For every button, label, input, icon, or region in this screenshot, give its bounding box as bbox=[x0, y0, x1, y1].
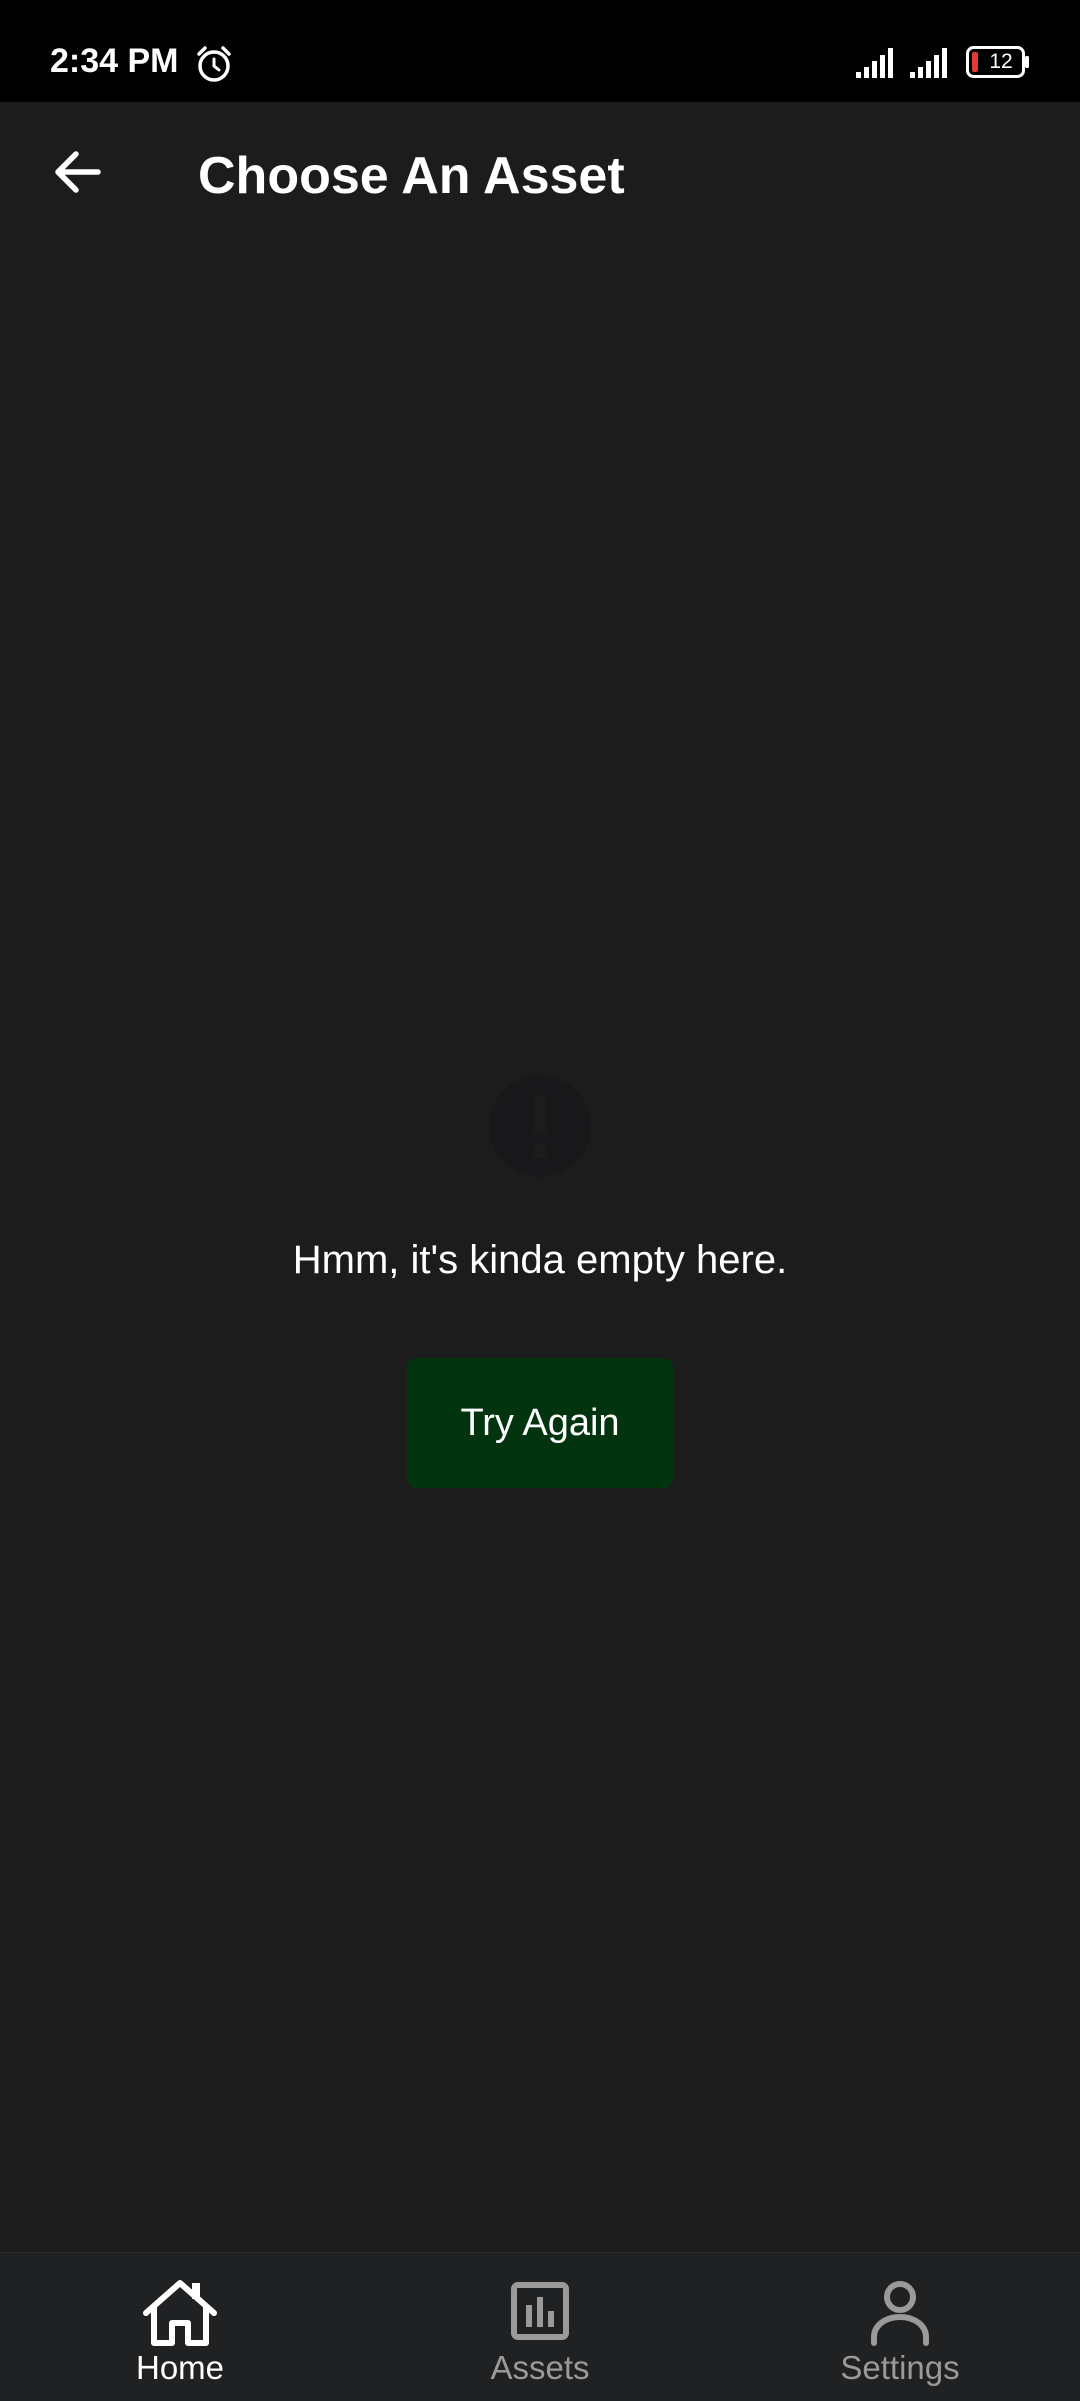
signal-icon bbox=[856, 48, 893, 78]
nav-label-home: Home bbox=[135, 2349, 225, 2386]
battery-level: 12 bbox=[989, 50, 1013, 73]
nav-item-assets[interactable]: Assets bbox=[360, 2253, 720, 2401]
bar-chart-icon bbox=[511, 2282, 569, 2340]
empty-message: Hmm, it's kinda empty here. bbox=[292, 1238, 788, 1282]
nav-item-home[interactable]: Home bbox=[0, 2253, 360, 2401]
person-icon bbox=[871, 2281, 929, 2346]
nav-item-settings[interactable]: Settings bbox=[720, 2253, 1080, 2401]
nav-label-settings: Settings bbox=[840, 2349, 960, 2386]
page-title: Choose An Asset bbox=[198, 147, 625, 205]
app-bar: Choose An Asset bbox=[0, 102, 1080, 257]
alarm-icon bbox=[197, 46, 231, 82]
arrow-left-icon[interactable] bbox=[40, 134, 116, 210]
home-icon bbox=[143, 2280, 217, 2346]
try-again-button[interactable]: Try Again bbox=[407, 1358, 673, 1488]
bottom-navigation: Home Assets Settings bbox=[0, 2252, 1080, 2401]
status-time: 2:34 PM bbox=[50, 42, 179, 80]
signal-icon bbox=[910, 48, 947, 78]
status-bar: 2:34 PM 12 bbox=[0, 0, 1080, 102]
nav-label-assets: Assets bbox=[490, 2349, 590, 2386]
warning-icon bbox=[489, 1075, 591, 1177]
